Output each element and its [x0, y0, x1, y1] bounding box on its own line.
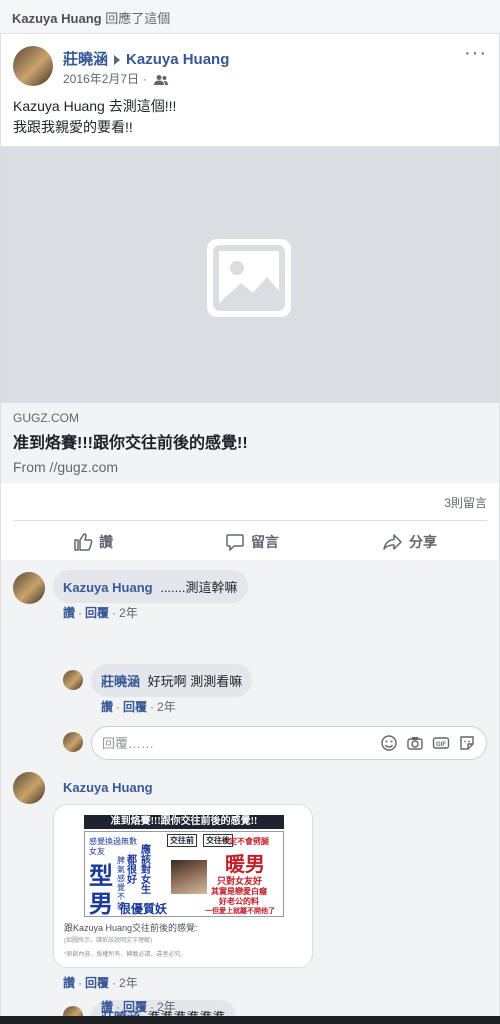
post-text-line: Kazuya Huang 去測這個!!! [13, 98, 177, 114]
link-preview[interactable]: GUGZ.COM 准到烙賽!!!跟你交往前後的感覺!! From //gugz.… [1, 146, 499, 483]
comment-bubble: Kazuya Huang .......測這幹嘛 [53, 570, 248, 603]
target-name[interactable]: Kazuya Huang [126, 51, 229, 68]
link-image-placeholder[interactable] [1, 147, 499, 403]
share-label: 分享 [409, 534, 437, 550]
comments-section: Kazuya Huang .......測這幹嘛 讚 · 回覆 · 2年 莊曉涵 好玩啊… [1, 560, 499, 1024]
comment-image[interactable]: 准到烙賽!!!跟你交往前後的感覺!! 感覺換過無數 女友 型 男 脾氣感覺不好 … [53, 804, 313, 968]
comment-text: .......測這幹嘛 [160, 580, 238, 595]
reply-input-box[interactable]: GIF [91, 726, 487, 760]
commenter-avatar[interactable] [13, 772, 45, 804]
activity-actor[interactable]: Kazuya Huang [12, 11, 102, 26]
image-subcaption: (如圖所示，請依該說明文字理解) [64, 938, 152, 944]
post-card: 莊曉涵 Kazuya Huang 2016年2月7日 · ··· Kazuya Hu… [0, 34, 500, 1024]
post-actions: 讚 留言 分享 [13, 526, 487, 558]
reply-actions: 讚 · 回覆 · 2年 [101, 700, 176, 714]
reply-reply-link[interactable]: 回覆 [123, 700, 147, 714]
image-left-panel: 感覺換過無數 女友 型 男 脾氣感覺不好 都很好 應該對女生 很優質妖 [87, 834, 168, 918]
camera-icon[interactable] [406, 734, 424, 752]
link-info[interactable]: GUGZ.COM 准到烙賽!!!跟你交往前後的感覺!! From //gugz.… [1, 403, 499, 483]
post-text-line: 我跟我親愛的要看!! [13, 119, 133, 135]
reply-reply-link[interactable]: 回覆 [123, 1000, 147, 1014]
comment-reply-link[interactable]: 回覆 [85, 976, 109, 990]
reply-time[interactable]: 2年 [157, 1000, 176, 1014]
image-text: 一但愛上就離不開他了 [205, 907, 275, 915]
like-label: 讚 [99, 534, 113, 550]
arrow-right-icon [114, 55, 121, 66]
reply-like-link[interactable]: 讚 [101, 1000, 113, 1014]
thumbs-up-icon [74, 533, 93, 551]
reply-actions: 讚 · 回覆 · 2年 [101, 1000, 176, 1014]
author-name[interactable]: 莊曉涵 [63, 51, 108, 68]
reply-input-tools: GIF [380, 734, 476, 752]
svg-text:GIF: GIF [436, 742, 446, 748]
image-footnote: *原創內容，版權所有，轉載必請，違者必究。 [64, 952, 187, 958]
current-user-avatar [63, 732, 83, 752]
more-options-icon[interactable]: ··· [464, 43, 487, 63]
image-placeholder-icon [207, 239, 291, 317]
share-icon [383, 534, 402, 550]
image-tag-before: 交往前 [167, 834, 197, 847]
post-header: 莊曉涵 Kazuya Huang [63, 48, 229, 69]
comment-header: Kazuya Huang [63, 780, 153, 795]
reply-input[interactable] [102, 734, 332, 752]
image-headline: 准到烙賽!!!跟你交往前後的感覺!! [84, 815, 284, 829]
image-text: 很優質妖 [119, 902, 168, 916]
image-text: 男 [89, 892, 113, 918]
image-caption: 跟Kazuya Huang交往前後的感覺: [64, 923, 198, 933]
post-body: Kazuya Huang 去測這個!!! 我跟我親愛的要看!! [13, 96, 176, 138]
link-title[interactable]: 准到烙賽!!!跟你交往前後的感覺!! [13, 429, 487, 453]
post-meta: 2016年2月7日 · [63, 70, 169, 87]
activity-header: Kazuya Huang 回應了這個 [0, 0, 500, 34]
comment-reply-link[interactable]: 回覆 [85, 606, 109, 620]
bottom-scroll-edge [0, 1016, 500, 1024]
image-text: 應該對女生 [141, 845, 151, 896]
comment-actions: 讚 · 回覆 · 2年 [63, 606, 138, 620]
reply-author[interactable]: 莊曉涵 [101, 674, 140, 689]
commenter-avatar[interactable] [13, 572, 45, 604]
activity-action: 回應了這個 [105, 11, 171, 26]
comment-like-link[interactable]: 讚 [63, 976, 75, 990]
share-button[interactable]: 分享 [383, 526, 437, 558]
gif-icon[interactable]: GIF [432, 734, 450, 752]
comment-actions: 讚 · 回覆 · 2年 [63, 976, 138, 990]
reply-text: 好玩啊 測測看嘛 [147, 674, 243, 689]
divider [13, 520, 487, 521]
comment-time[interactable]: 2年 [119, 606, 138, 620]
image-text: 暖男 [225, 854, 265, 876]
reply-time[interactable]: 2年 [157, 700, 176, 714]
comment-label: 留言 [251, 534, 279, 550]
meta-separator: · [143, 72, 148, 86]
link-domain: GUGZ.COM [13, 411, 79, 425]
image-text: 都很好 [127, 855, 137, 886]
emoji-icon[interactable] [380, 734, 398, 752]
reply-like-link[interactable]: 讚 [101, 700, 113, 714]
comment-author[interactable]: Kazuya Huang [63, 580, 153, 595]
image-text: 一定不會劈腿 [221, 837, 269, 846]
comment-author[interactable]: Kazuya Huang [63, 780, 153, 795]
friends-icon[interactable] [154, 74, 169, 86]
post-date[interactable]: 2016年2月7日 [63, 72, 139, 86]
sticker-icon[interactable] [458, 734, 476, 752]
image-right-panel: 一定不會劈腿 暖男 只對女友好 其實是戀愛白癡 好老公的料 一但愛上就離不開他了 [205, 834, 283, 915]
reply-avatar[interactable] [63, 670, 83, 690]
link-source: From //gugz.com [13, 459, 119, 475]
comment-icon [226, 534, 244, 551]
comment-time[interactable]: 2年 [119, 976, 138, 990]
author-avatar[interactable] [13, 46, 53, 86]
comment-button[interactable]: 留言 [225, 526, 279, 558]
comment-like-link[interactable]: 讚 [63, 606, 75, 620]
reply-bubble: 莊曉涵 好玩啊 測測看嘛 [91, 664, 253, 697]
like-button[interactable]: 讚 [73, 526, 113, 558]
comment-count[interactable]: 3則留言 [444, 494, 487, 511]
image-photo [171, 860, 207, 894]
image-chart: 感覺換過無數 女友 型 男 脾氣感覺不好 都很好 應該對女生 很優質妖 交往前 … [84, 831, 284, 918]
